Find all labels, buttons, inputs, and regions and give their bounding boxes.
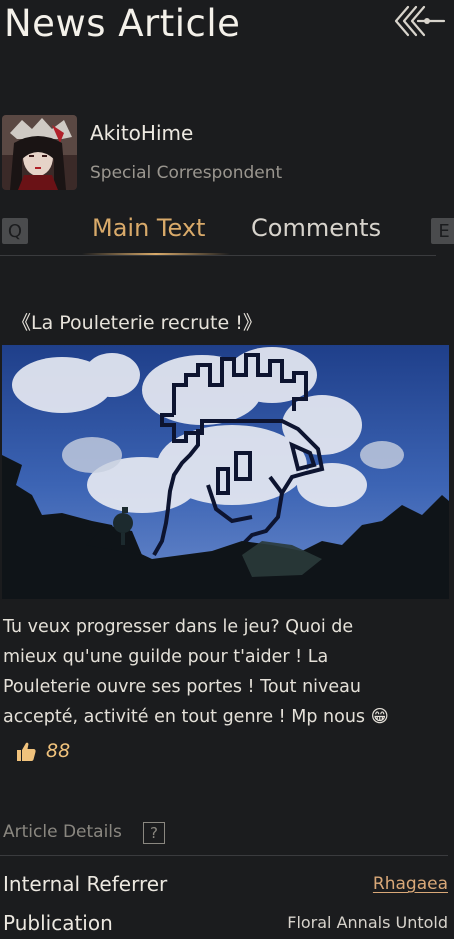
publication-value: Floral Annals Untold <box>287 913 448 932</box>
back-button[interactable] <box>394 4 446 38</box>
article-body-line: mieux qu'une guilde pour t'aider ! La <box>3 647 329 667</box>
internal-referrer-label: Internal Referrer <box>3 872 168 896</box>
next-tab-key[interactable]: E <box>431 218 454 244</box>
prev-tab-key[interactable]: Q <box>2 218 28 244</box>
article-details-heading: Article Details <box>3 822 122 842</box>
grin-emoji-icon: 😁 <box>370 707 389 727</box>
tabs-divider <box>0 255 436 256</box>
author-role: Special Correspondent <box>90 163 283 183</box>
like-count: 88 <box>46 740 71 762</box>
details-divider <box>0 855 448 856</box>
article-body-line: Pouleterie ouvre ses portes ! Tout nivea… <box>3 677 361 697</box>
article-body: Tu veux progresser dans le jeu? Quoi de … <box>3 612 443 732</box>
article-body-line: accepté, activité en tout genre ! Mp nou… <box>3 707 389 727</box>
article-headline: 《La Pouleterie recrute !》 <box>12 312 262 334</box>
article-body-line: Tu veux progresser dans le jeu? Quoi de <box>3 617 354 637</box>
avatar[interactable] <box>2 115 77 190</box>
page-title: News Article <box>4 2 241 45</box>
arrow-left-icon <box>394 5 446 37</box>
thumbs-up-icon[interactable] <box>14 740 38 764</box>
publication-label: Publication <box>3 911 113 935</box>
author-name[interactable]: AkitoHime <box>90 121 193 145</box>
internal-referrer-link[interactable]: Rhagaea <box>373 874 448 894</box>
tab-comments[interactable]: Comments <box>251 214 381 242</box>
help-icon[interactable]: ? <box>143 822 165 844</box>
article-image[interactable] <box>2 345 449 599</box>
tab-main-text[interactable]: Main Text <box>92 214 205 242</box>
